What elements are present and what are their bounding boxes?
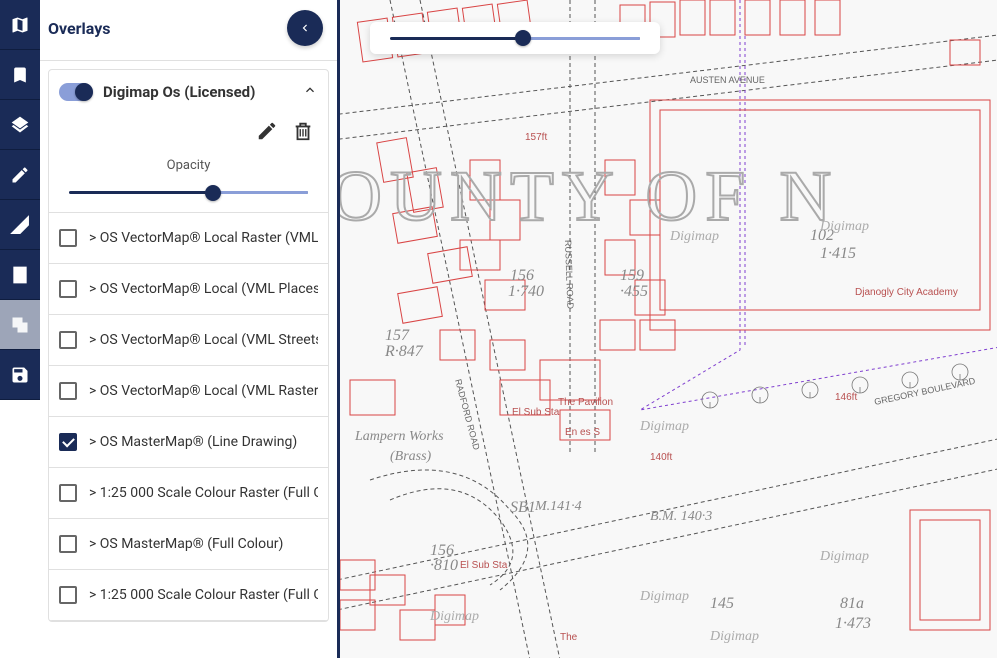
num-810: ·810 [430,557,458,574]
layer-item[interactable]: > OS VectorMap® Local (VML Raster) [49,366,328,417]
label-pavilion: The Pavilion [558,397,613,408]
watermark-3: Digimap [639,419,689,434]
street-austen: AUSTEN AVENUE [690,75,765,85]
layer-list: > OS VectorMap® Local Raster (VML Raster… [49,213,328,621]
overlays-tool-button[interactable] [0,300,40,350]
street-radford: RADFORD ROAD [453,378,482,452]
street-gregory: GREGORY BOULEVARD [873,376,976,407]
height-157: 157ft [525,132,547,143]
map-area[interactable]: OUNTY OF N AUSTEN AVENUE RUSSELL ROAD RA… [340,0,997,658]
edit-icon[interactable] [256,120,278,142]
num-sb1: SB1 [510,499,536,516]
layer-checkbox[interactable] [59,586,77,604]
label-sub1: El Sub Sta [512,407,560,418]
layer-checkbox[interactable] [59,382,77,400]
watermark-2: Digimap [819,549,869,564]
layer-group-actions [49,114,328,152]
height-140: 140ft [650,452,672,463]
num-81a: 81a [840,595,864,612]
map-comparison-slider[interactable] [370,22,660,54]
map-tool-button[interactable] [0,0,40,50]
historic-overlay-text: OUNTY OF N [340,156,839,236]
height-146: 146ft [835,392,857,403]
layer-item-label: > OS VectorMap® Local (VML Streets) [89,332,318,348]
layer-item[interactable]: > OS VectorMap® Local Raster (VML Raster… [49,213,328,264]
save-tool-button[interactable] [0,350,40,400]
label-academy: Djanogly City Academy [855,287,958,298]
num-157: 157 [385,327,410,344]
info-tool-button[interactable] [0,250,40,300]
layer-item-label: > 1:25 000 Scale Colour Raster (Full Col… [89,485,318,501]
layer-item[interactable]: > OS VectorMap® Local (VML Streets) [49,315,328,366]
layer-group-title: Digimap Os (Licensed) [103,83,292,101]
watermark-4: Digimap [819,219,869,234]
layer-item[interactable]: > OS MasterMap® (Full Colour) [49,519,328,570]
layer-item-label: > OS MasterMap® (Full Colour) [89,536,283,552]
layer-checkbox[interactable] [59,331,77,349]
layer-item-label: > OS VectorMap® Local (VML Places) [89,281,318,297]
bookmark-tool-button[interactable] [0,50,40,100]
layer-checkbox[interactable] [59,229,77,247]
layer-item-label: > 1:25 000 Scale Colour Raster (Full Col… [89,587,318,603]
chevron-left-icon [298,21,312,35]
num-1415: 1·415 [820,245,856,262]
opacity-section: Opacity [49,152,328,213]
layer-group-collapse-button[interactable] [302,82,318,102]
toggle-knob [75,83,93,101]
layer-checkbox[interactable] [59,280,77,298]
num-156: 156 [510,267,534,284]
layers-tool-button[interactable] [0,100,40,150]
measure-tool-button[interactable] [0,200,40,250]
layer-item-label: > OS VectorMap® Local (VML Raster) [89,383,318,399]
comparison-slider-thumb[interactable] [515,30,531,46]
label-works: Lampern Works [354,429,444,444]
layer-item[interactable]: > OS MasterMap® (Line Drawing) [49,417,328,468]
left-icon-toolbar [0,0,40,658]
label-enes: En es S [565,427,600,438]
layer-item[interactable]: > OS VectorMap® Local (VML Places) [49,264,328,315]
opacity-label: Opacity [63,158,314,173]
num-159: 159 [620,267,644,284]
map-canvas[interactable]: OUNTY OF N AUSTEN AVENUE RUSSELL ROAD RA… [340,0,997,658]
layer-checkbox[interactable] [59,484,77,502]
overlays-body[interactable]: Digimap Os (Licensed) Opacity > [40,61,337,658]
watermark-1: Digimap [639,589,689,604]
watermark-6: Digimap [429,609,479,624]
overlays-panel: Overlays Digimap Os (Licensed) [40,0,340,658]
layer-group-toggle[interactable] [59,83,93,101]
comparison-slider-track[interactable] [390,37,640,40]
bm-140: B.M. 140·3 [650,509,712,524]
label-sub2: El Sub Sta [460,560,508,571]
watermark-7: Digimap [709,629,759,644]
watermark-5: Digimap [669,229,719,244]
num-474: 1·740 [508,283,544,300]
layer-item[interactable]: > 1:25 000 Scale Colour Raster (Full Col… [49,468,328,519]
layer-group-card: Digimap Os (Licensed) Opacity > [48,69,329,622]
label-the: The [560,632,578,643]
layer-item[interactable]: > 1:25 000 Scale Colour Raster (Full Col… [49,570,328,621]
opacity-slider-thumb[interactable] [205,185,221,201]
opacity-slider[interactable] [69,191,308,194]
num-145: 145 [710,595,734,612]
num-1473: 1·473 [835,615,871,632]
label-brass: (Brass) [390,449,432,464]
layer-checkbox[interactable] [59,433,77,451]
layer-item-label: > OS MasterMap® (Line Drawing) [89,434,297,450]
overlays-title: Overlays [48,19,110,38]
layer-group-header: Digimap Os (Licensed) [49,70,328,114]
num-455: ·455 [620,283,648,300]
delete-icon[interactable] [292,120,314,142]
draw-tool-button[interactable] [0,150,40,200]
street-russell: RUSSELL ROAD [563,240,575,310]
chevron-up-icon [302,82,318,98]
app-container: Overlays Digimap Os (Licensed) [0,0,997,658]
num-847: R·847 [384,343,424,360]
overlays-header: Overlays [40,0,337,61]
layer-item-label: > OS VectorMap® Local Raster (VML Raster… [89,230,318,246]
layer-checkbox[interactable] [59,535,77,553]
collapse-panel-button[interactable] [287,10,323,46]
bm-141: M.141·4 [534,499,582,514]
